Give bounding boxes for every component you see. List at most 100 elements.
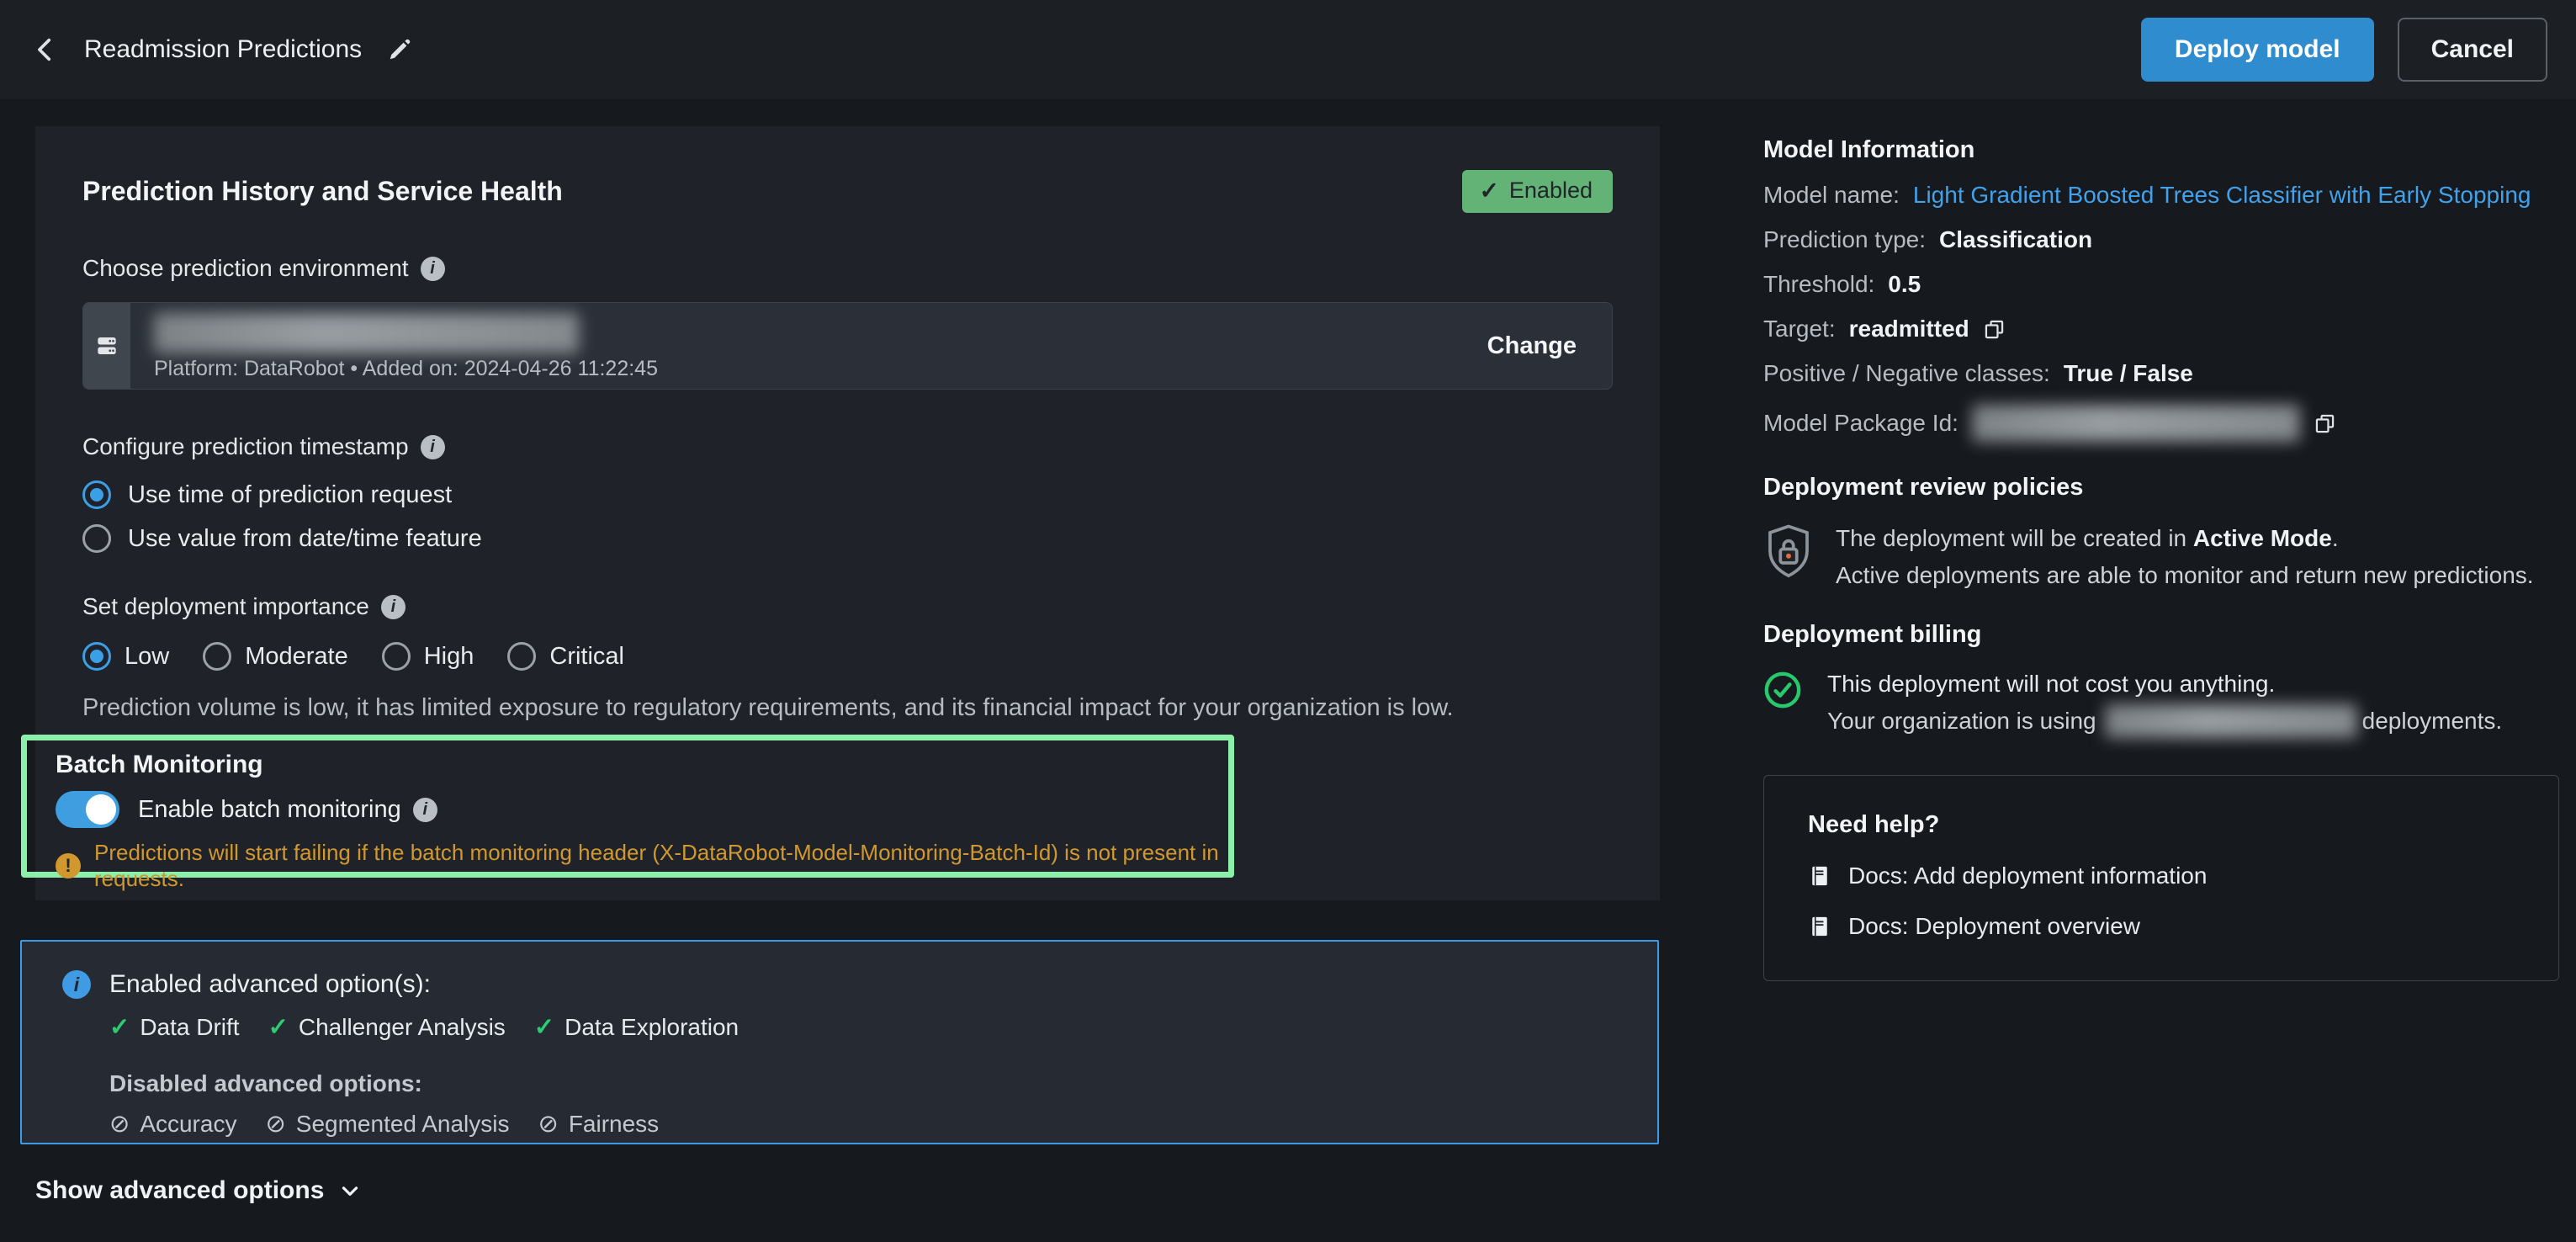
importance-option-high[interactable]: High <box>382 642 474 671</box>
prediction-environment-card[interactable]: Platform: DataRobot • Added on: 2024-04-… <box>82 302 1613 390</box>
enabled-options-title: Enabled advanced option(s): <box>109 970 431 999</box>
panel-header: Prediction History and Service Health ✓ … <box>82 170 1613 213</box>
option-label: Data Drift <box>140 1014 239 1041</box>
row-label: Positive / Negative classes: <box>1763 360 2050 387</box>
radio-unselected-icon[interactable] <box>382 642 411 671</box>
docs-link-deployment-overview[interactable]: Docs: Deployment overview <box>1808 913 2515 940</box>
radio-label: Critical <box>549 643 624 671</box>
row-label: Target: <box>1763 316 1836 342</box>
radio-label: Low <box>125 643 169 671</box>
row-label: Model Package Id: <box>1763 410 1959 437</box>
top-bar: Readmission Predictions Deploy model Can… <box>0 0 2576 99</box>
billing-block: This deployment will not cost you anythi… <box>1763 666 2559 740</box>
info-icon[interactable]: i <box>421 257 445 281</box>
environment-details: Platform: DataRobot • Added on: 2024-04-… <box>130 303 1487 389</box>
row-value: Classification <box>1939 226 2092 253</box>
billing-line1: This deployment will not cost you anythi… <box>1827 671 2275 697</box>
change-environment-link[interactable]: Change <box>1487 332 1612 360</box>
option-label: Challenger Analysis <box>299 1014 506 1041</box>
show-advanced-label: Show advanced options <box>35 1176 324 1205</box>
environment-label-text: Choose prediction environment <box>82 255 409 282</box>
importance-option-low[interactable]: Low <box>82 642 169 671</box>
importance-option-critical[interactable]: Critical <box>507 642 624 671</box>
timestamp-label-text: Configure prediction timestamp <box>82 433 409 460</box>
deployment-setup-page: Readmission Predictions Deploy model Can… <box>0 0 2576 1242</box>
info-icon[interactable]: i <box>381 595 405 619</box>
radio-selected-icon[interactable] <box>82 480 111 509</box>
check-circle-icon <box>1763 671 1802 740</box>
enabled-option-data-exploration: ✓ Data Exploration <box>534 1012 739 1042</box>
disabled-options-title: Disabled advanced options: <box>109 1070 1657 1097</box>
prediction-type-row: Prediction type: Classification <box>1763 226 2559 253</box>
cancel-button[interactable]: Cancel <box>2398 18 2547 82</box>
enable-batch-monitoring-toggle[interactable] <box>56 791 119 828</box>
option-label: Fairness <box>569 1111 659 1138</box>
option-label: Accuracy <box>140 1111 236 1138</box>
batch-monitoring-toggle-row: Enable batch monitoring i <box>56 791 1228 828</box>
section-title: Prediction History and Service Health <box>82 176 563 207</box>
docs-link-label: Docs: Add deployment information <box>1848 862 2207 889</box>
enabled-options-row: ✓ Data Drift ✓ Challenger Analysis ✓ Dat… <box>109 1012 1657 1042</box>
environment-label: Choose prediction environment i <box>82 255 1613 282</box>
check-icon: ✓ <box>268 1012 289 1042</box>
no-entry-icon: ⊘ <box>538 1109 559 1138</box>
deploy-model-button[interactable]: Deploy model <box>2141 18 2374 82</box>
page-title: Readmission Predictions <box>84 35 362 64</box>
timestamp-label: Configure prediction timestamp i <box>82 433 1613 460</box>
back-chevron-icon[interactable] <box>29 33 62 66</box>
no-entry-icon: ⊘ <box>109 1109 130 1138</box>
billing-line2-pre: Your organization is using <box>1827 703 2096 740</box>
toggle-knob <box>86 794 116 825</box>
importance-option-moderate[interactable]: Moderate <box>203 642 348 671</box>
enabled-status-badge: ✓ Enabled <box>1462 170 1613 213</box>
check-icon: ✓ <box>534 1012 554 1042</box>
copy-icon[interactable] <box>1983 318 2006 341</box>
deployment-count-redacted <box>2105 704 2357 738</box>
disabled-option-segmented-analysis: ⊘ Segmented Analysis <box>265 1109 509 1138</box>
docs-link-label: Docs: Deployment overview <box>1848 913 2140 940</box>
timestamp-option-request-time[interactable]: Use time of prediction request <box>82 480 1613 509</box>
server-icon <box>83 303 130 389</box>
status-badge-label: Enabled <box>1509 178 1593 204</box>
info-icon[interactable]: i <box>421 435 445 459</box>
active-mode-label: Active Mode <box>2193 525 2332 551</box>
row-value: 0.5 <box>1888 271 1921 298</box>
chevron-down-icon <box>337 1178 363 1203</box>
book-icon <box>1808 862 1831 889</box>
show-advanced-options-button[interactable]: Show advanced options <box>35 1176 363 1205</box>
check-icon: ✓ <box>1479 177 1498 204</box>
timestamp-option-datetime-feature[interactable]: Use value from date/time feature <box>82 524 1613 553</box>
need-help-box: Need help? Docs: Add deployment informat… <box>1763 775 2559 981</box>
disabled-option-accuracy: ⊘ Accuracy <box>109 1109 236 1138</box>
billing-line2: Your organization is using deployments. <box>1827 703 2502 740</box>
edit-pencil-icon[interactable] <box>387 37 412 62</box>
info-icon[interactable]: i <box>413 798 437 822</box>
billing-line2-post: deployments. <box>2362 703 2503 740</box>
review-line1-end: . <box>2332 525 2339 551</box>
radio-label: Use value from date/time feature <box>128 525 482 553</box>
row-label: Prediction type: <box>1763 226 1926 253</box>
radio-unselected-icon[interactable] <box>507 642 536 671</box>
importance-label-text: Set deployment importance <box>82 593 369 620</box>
row-label: Threshold: <box>1763 271 1874 298</box>
radio-unselected-icon[interactable] <box>82 524 111 553</box>
copy-icon[interactable] <box>2314 412 2336 435</box>
check-icon: ✓ <box>109 1012 130 1042</box>
book-icon <box>1808 913 1831 940</box>
option-label: Data Exploration <box>564 1014 739 1041</box>
deployment-summary-sidebar: Model Information Model name: Light Grad… <box>1763 136 2559 981</box>
batch-monitoring-title: Batch Monitoring <box>56 751 1228 779</box>
model-information-title: Model Information <box>1763 136 2559 164</box>
model-name-link[interactable]: Light Gradient Boosted Trees Classifier … <box>1913 182 2531 209</box>
radio-label: Use time of prediction request <box>128 481 452 509</box>
warning-icon: ! <box>56 853 81 878</box>
importance-description: Prediction volume is low, it has limited… <box>82 694 1613 722</box>
row-value: True / False <box>2064 360 2193 387</box>
need-help-title: Need help? <box>1808 811 2515 839</box>
docs-link-add-deployment[interactable]: Docs: Add deployment information <box>1808 862 2515 889</box>
radio-unselected-icon[interactable] <box>203 642 231 671</box>
radio-selected-icon[interactable] <box>82 642 111 671</box>
review-policies-text: The deployment will be created in Active… <box>1836 520 2534 594</box>
option-label: Segmented Analysis <box>296 1111 510 1138</box>
warning-text: Predictions will start failing if the ba… <box>94 840 1228 892</box>
